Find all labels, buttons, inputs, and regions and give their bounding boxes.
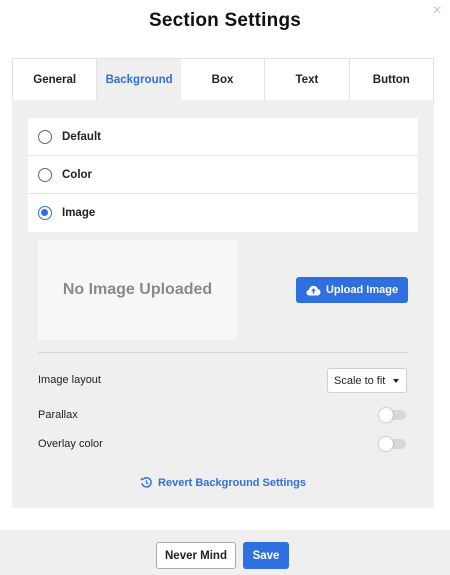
option-default-label: Default: [62, 130, 101, 143]
option-color-label: Color: [62, 168, 93, 181]
save-button[interactable]: Save: [243, 542, 289, 569]
cloud-upload-icon: [306, 285, 321, 295]
dialog-title: Section Settings: [148, 10, 302, 31]
caret-down-icon: [393, 379, 399, 383]
image-layout-value: Scale to fit: [334, 374, 386, 387]
option-image-label: Image: [62, 207, 96, 219]
tab-background[interactable]: Background: [97, 59, 181, 100]
revert-label: Revert Background Settings: [158, 476, 306, 489]
radio-default[interactable]: [38, 129, 52, 144]
divider: [38, 352, 408, 353]
image-layout-label: Image layout: [38, 374, 101, 386]
revert-icon: [140, 477, 152, 488]
upload-image-button[interactable]: Upload Image: [296, 277, 408, 303]
option-image[interactable]: Image: [28, 194, 418, 232]
image-layout-select[interactable]: Scale to fit: [327, 368, 407, 393]
tab-bar: General Background Box Text Button: [12, 58, 434, 100]
revert-background-link[interactable]: Revert Background Settings: [12, 476, 434, 489]
tab-button[interactable]: Button: [350, 59, 433, 100]
tab-general[interactable]: General: [13, 59, 98, 100]
toggle-knob: [379, 437, 393, 451]
upload-image-label: Upload Image: [325, 284, 399, 296]
parallax-toggle[interactable]: [379, 408, 406, 422]
background-panel: Default Color Image No Image Uploaded Up…: [12, 100, 434, 508]
toggle-knob: [379, 408, 393, 422]
tab-text[interactable]: Text: [265, 59, 350, 100]
tab-box[interactable]: Box: [181, 59, 266, 100]
radio-image[interactable]: [38, 206, 52, 220]
image-preview: No Image Uploaded: [38, 240, 237, 340]
overlay-color-toggle[interactable]: [379, 437, 406, 451]
parallax-label: Parallax: [38, 409, 78, 421]
never-mind-button[interactable]: Never Mind: [156, 542, 236, 569]
radio-color[interactable]: [38, 167, 52, 182]
background-type-group: Default Color Image: [28, 118, 418, 232]
dialog-footer: Never Mind Save: [0, 530, 450, 575]
option-default[interactable]: Default: [28, 118, 418, 156]
option-color[interactable]: Color: [28, 156, 418, 194]
overlay-color-label: Overlay color: [38, 438, 103, 450]
